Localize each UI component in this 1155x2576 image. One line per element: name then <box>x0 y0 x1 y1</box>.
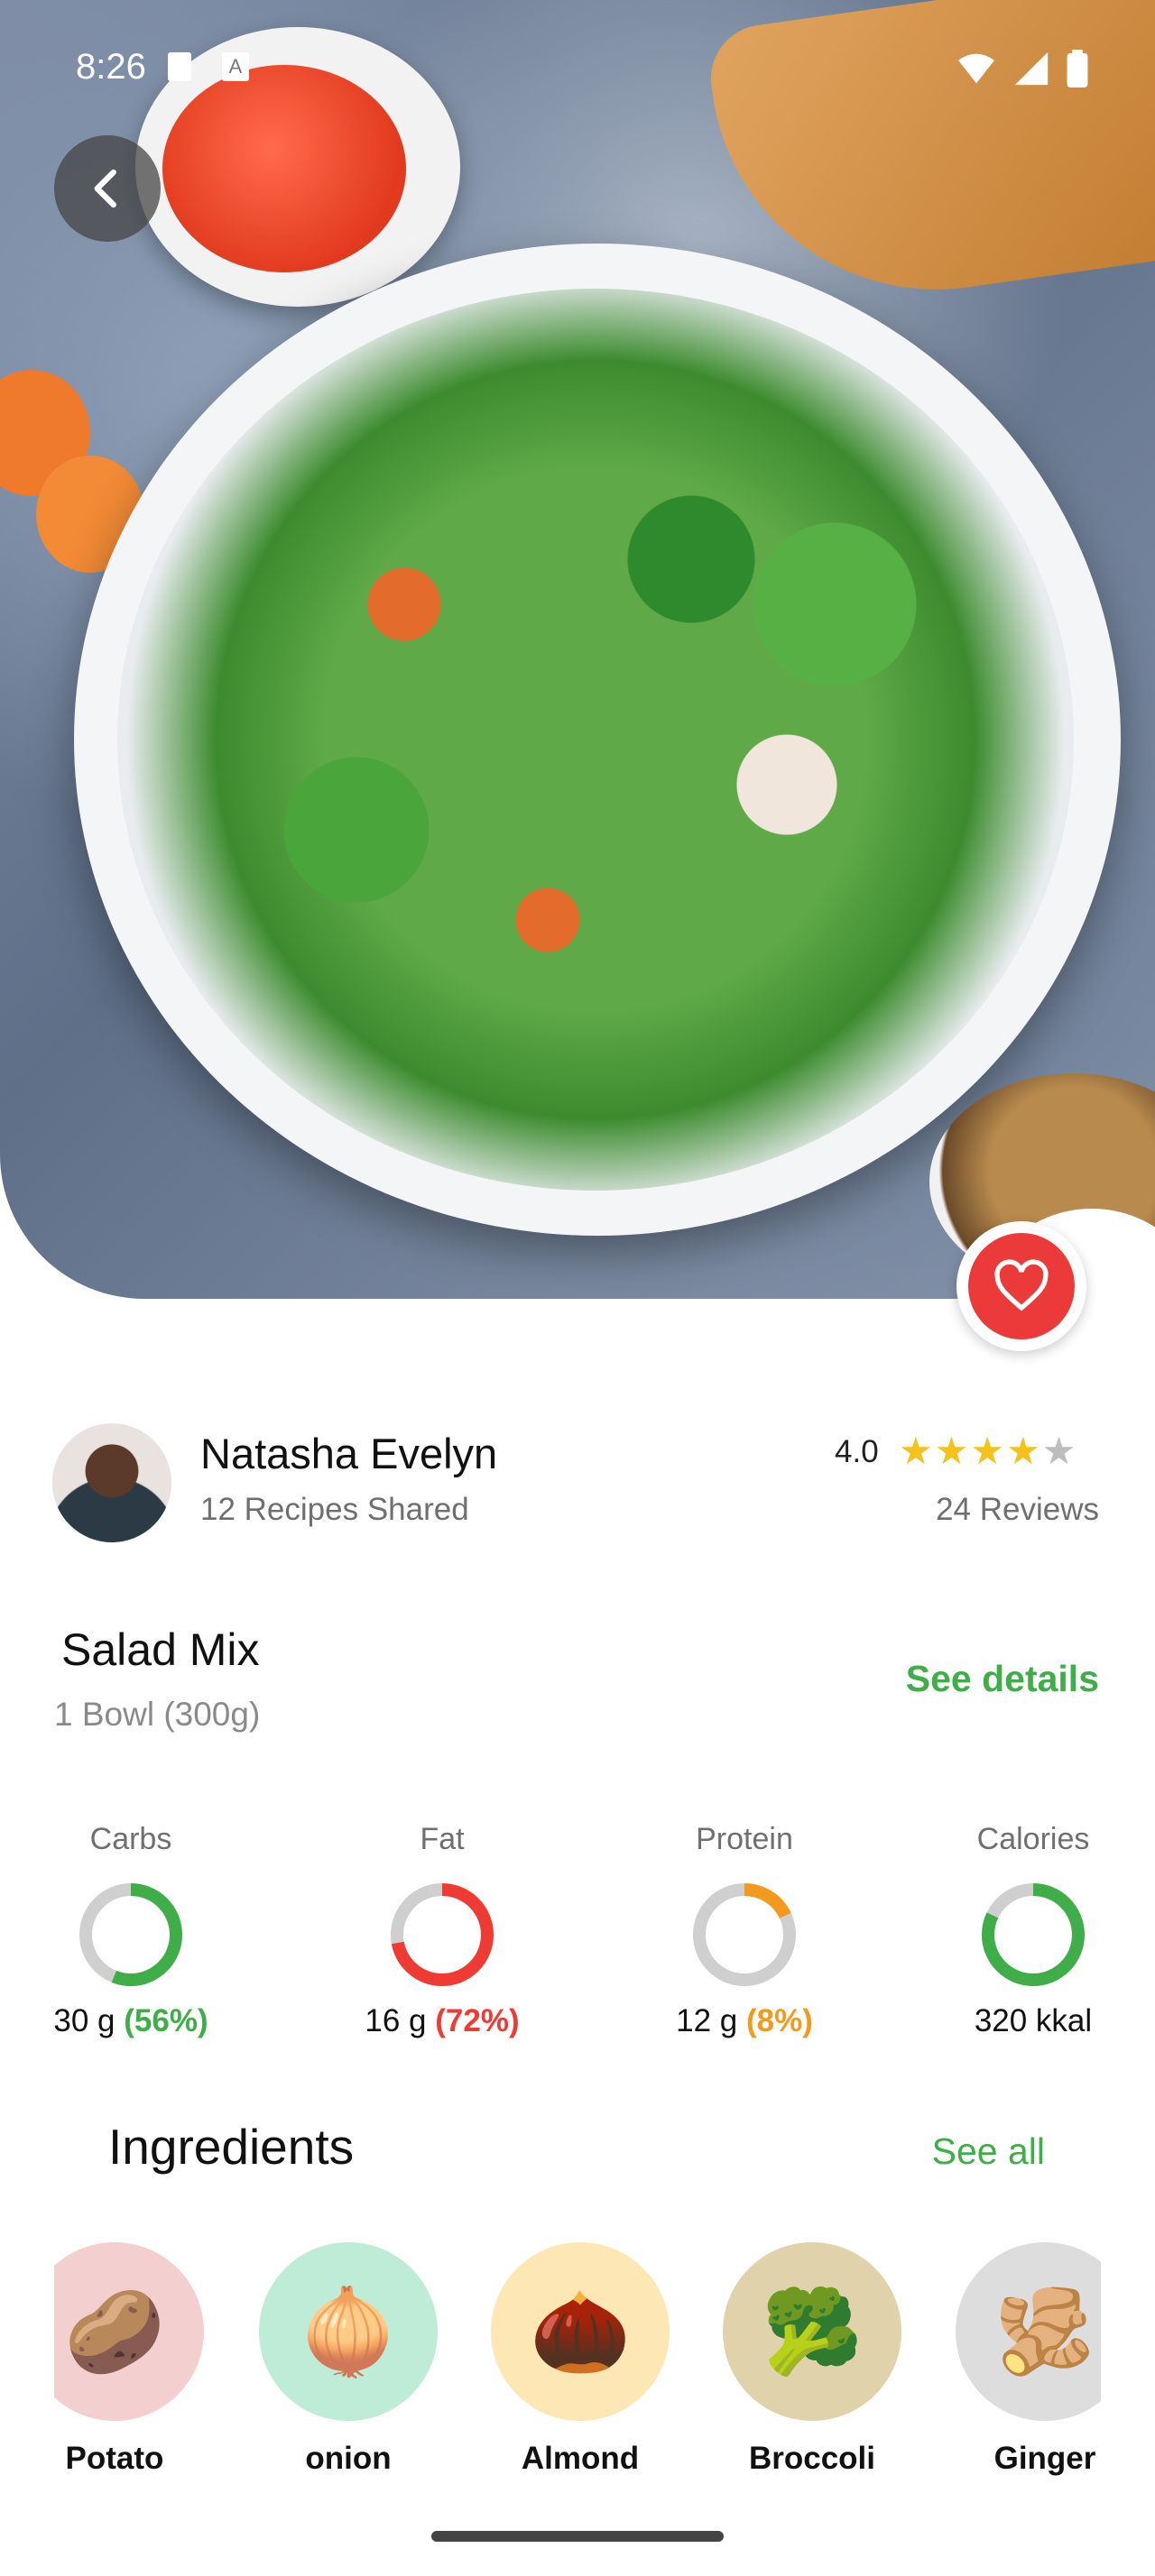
nutrient-amount: 12 g <box>676 2003 746 2038</box>
nutrient-label: Protein <box>696 1822 793 1856</box>
back-button[interactable] <box>54 135 161 242</box>
sd-card-icon <box>168 52 191 81</box>
nutrient-ring <box>982 1883 1085 1986</box>
ingredient-name: Almond <box>521 2441 640 2476</box>
rating-stars: ★★★★★ <box>899 1429 1077 1473</box>
author-recipes-count: 12 Recipes Shared <box>200 1492 469 1527</box>
nutrient-protein: Protein 12 g (8%) <box>636 1822 853 2039</box>
nutrient-amount: 30 g <box>53 2003 125 2038</box>
ingredient-item[interactable]: 🧅 onion <box>258 2242 439 2477</box>
nutrient-amount: 16 g <box>365 2003 436 2038</box>
home-indicator[interactable] <box>431 2531 724 2542</box>
onion-icon: 🧅 <box>259 2242 438 2421</box>
nutrient-percent: (72%) <box>435 2003 520 2038</box>
ingredients-title: Ingredients <box>108 2119 355 2175</box>
ingredients-carousel[interactable]: 🥔 Potato 🧅 onion 🌰 Almond 🥦 Broccoli 🫚 G… <box>54 2242 1101 2495</box>
nutrient-ring <box>693 1883 796 1986</box>
broccoli-icon: 🥦 <box>723 2242 901 2421</box>
nutrient-amount: 320 kkal <box>974 2003 1093 2038</box>
ingredient-item[interactable]: 🌰 Almond <box>490 2242 670 2477</box>
star-icon: ★ <box>1005 1430 1042 1472</box>
ingredient-name: Potato <box>65 2441 164 2476</box>
a-icon: A <box>222 52 249 81</box>
avatar[interactable] <box>52 1423 171 1542</box>
almond-icon: 🌰 <box>491 2242 670 2421</box>
ingredient-name: Ginger <box>993 2441 1096 2476</box>
ingredient-item[interactable]: 🥔 Potato <box>54 2242 205 2477</box>
star-icon: ★ <box>1041 1430 1078 1472</box>
nutrient-label: Carbs <box>89 1822 172 1856</box>
status-time: 8:26 <box>76 47 146 87</box>
see-all-link[interactable]: See all <box>932 2130 1045 2173</box>
star-icon: ★ <box>934 1430 971 1472</box>
see-details-link[interactable]: See details <box>906 1658 1099 1700</box>
ingredient-item[interactable]: 🫚 Ginger <box>955 2242 1101 2477</box>
hero-image <box>0 0 1155 1299</box>
nutrient-carbs: Carbs 30 g (56%) <box>23 1822 239 2039</box>
battery-icon <box>1067 50 1088 88</box>
nutrient-ring <box>391 1883 494 1986</box>
star-icon: ★ <box>970 1430 1006 1472</box>
ingredient-name: onion <box>305 2441 392 2476</box>
nutrient-label: Fat <box>420 1822 465 1856</box>
rating-value: 4.0 <box>835 1434 879 1469</box>
heart-icon <box>994 1259 1049 1311</box>
nutrient-label: Calories <box>976 1822 1090 1856</box>
dish-portion: 1 Bowl (300g) <box>54 1696 261 1733</box>
nutrient-percent: (8%) <box>745 2003 813 2038</box>
potato-icon: 🥔 <box>54 2242 204 2421</box>
author-name[interactable]: Natasha Evelyn <box>200 1429 497 1478</box>
salad <box>117 289 1074 1191</box>
chevron-left-icon <box>94 169 116 208</box>
ingredient-item[interactable]: 🥦 Broccoli <box>722 2242 902 2477</box>
star-icon: ★ <box>899 1430 935 1472</box>
signal-icon <box>1014 52 1049 86</box>
nutrient-calories: Calories 320 kkal <box>925 1822 1141 2039</box>
dish-title: Salad Mix <box>61 1624 260 1675</box>
reviews-link[interactable]: 24 Reviews <box>936 1492 1099 1528</box>
nutrient-ring <box>79 1883 182 1986</box>
ingredient-name: Broccoli <box>748 2441 876 2476</box>
status-bar: 8:26 A <box>0 0 1155 135</box>
wifi-icon <box>958 54 994 84</box>
ginger-icon: 🫚 <box>956 2242 1101 2421</box>
nutrient-percent: (56%) <box>124 2003 208 2038</box>
nutrient-fat: Fat 16 g (72%) <box>334 1822 550 2039</box>
favorite-button[interactable] <box>956 1221 1086 1351</box>
